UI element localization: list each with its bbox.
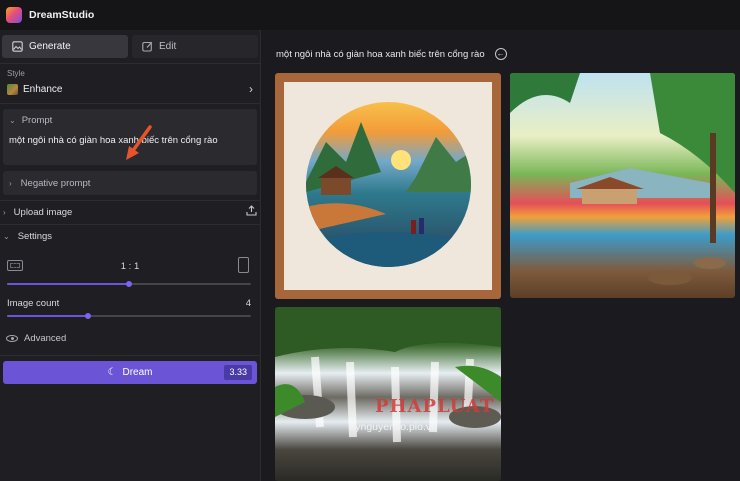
annotation-arrow-icon [126,125,152,160]
results-prompt-title: một ngôi nhà có giàn hoa xanh biếc trên … [276,48,485,60]
chevron-right-icon: › [9,178,12,188]
mode-tabs: Generate Edit [2,35,258,58]
advanced-toggle[interactable]: Advanced [6,333,66,344]
generated-image-2[interactable] [510,73,735,298]
top-bar: DreamStudio [0,0,740,30]
moon-icon: ☾ [107,367,117,378]
chevron-down-icon: ⌄ [3,231,10,241]
framed-painting [284,82,492,290]
aspect-ratio-control: 1 : 1 [7,257,249,273]
eye-icon [6,335,18,342]
image-icon [12,41,23,52]
tab-generate-label: Generate [29,41,71,52]
tab-edit[interactable]: Edit [132,35,258,58]
upload-image-label: Upload image [13,206,73,218]
phapluat-watermark-logo: PHAPLUAT [375,396,495,417]
style-label: Style [7,69,25,78]
prompt-label: Prompt [21,115,53,126]
dream-button[interactable]: ☾ Dream 3.33 [3,361,257,384]
divider [0,355,261,356]
aspect-ratio-slider[interactable] [7,281,251,287]
back-arrow-icon[interactable]: ← [494,48,507,60]
aspect-ratio-slider-knob[interactable] [126,281,132,287]
sidebar: Generate Edit Style Enhance › ⌄ Prompt m… [0,30,261,481]
dream-button-label: Dream [122,367,153,378]
results-heading: một ngôi nhà có giàn hoa xanh biếc trên … [276,48,507,60]
dreamstudio-logo-icon [6,7,22,23]
divider [0,200,261,201]
advanced-label: Advanced [24,333,67,344]
divider [0,63,261,64]
edit-icon [142,41,153,52]
style-value: Enhance [23,83,63,95]
settings-header[interactable]: ⌄ Settings [3,228,257,244]
image-count-slider[interactable] [7,313,251,319]
app-title: DreamStudio [29,9,95,21]
image-count-slider-knob[interactable] [84,313,91,319]
prompt-input[interactable]: một ngôi nhà có giàn hoa xanh biếc trên … [9,135,218,146]
chevron-right-icon: › [3,207,6,217]
prompt-header[interactable]: ⌄ Prompt [9,115,52,126]
image-count-row: Image count 4 [7,298,251,309]
generated-image-3[interactable] [275,307,501,481]
dreamstudio-app: DreamStudio Generate Edit Style Enhance … [0,0,740,481]
aspect-ratio-slider-fill [7,283,129,285]
divider [0,224,261,225]
upload-icon[interactable] [246,205,257,219]
image-count-slider-fill [7,315,88,317]
negative-prompt-label: Negative prompt [20,177,91,189]
generated-image-1[interactable] [275,73,501,299]
source-watermark: kynguyenso.plo.vn [350,421,437,433]
tab-generate[interactable]: Generate [2,35,128,58]
divider [0,103,261,104]
aspect-ratio-value: 1 : 1 [120,261,140,272]
style-selector[interactable]: Enhance › [7,82,253,96]
portrait-ratio-icon[interactable] [238,257,249,273]
chevron-down-icon: ⌄ [9,116,16,125]
image-count-label: Image count [7,298,60,309]
upload-image-row[interactable]: › Upload image [3,204,257,220]
style-thumbnail [7,83,18,95]
image-count-value: 4 [245,298,251,309]
results-panel: một ngôi nhà có giàn hoa xanh biếc trên … [262,30,740,481]
round-landscape-painting [306,102,471,267]
tab-edit-label: Edit [159,41,177,52]
chevron-right-icon: › [249,82,253,96]
negative-prompt-section[interactable]: › Negative prompt [3,171,257,195]
settings-label: Settings [17,230,53,242]
credit-cost-badge: 3.33 [224,365,252,380]
